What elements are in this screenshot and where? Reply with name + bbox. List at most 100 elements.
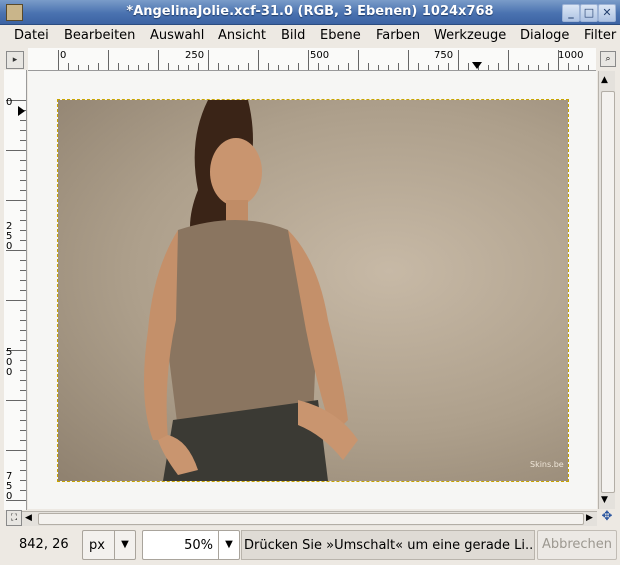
menu-auswahl[interactable]: Auswahl [150, 28, 204, 43]
scroll-down-arrow-icon[interactable]: ▼ [601, 495, 608, 505]
ruler-tick [258, 50, 259, 70]
ruler-tick [20, 340, 26, 341]
ruler-tick [588, 65, 589, 70]
ruler-tick [518, 63, 519, 70]
ruler-tick [20, 490, 26, 491]
ruler-tick [128, 65, 129, 70]
ruler-tick [20, 180, 26, 181]
ruler-tick [20, 260, 26, 261]
ruler-tick [20, 290, 26, 291]
menu-datei[interactable]: Datei [14, 28, 49, 43]
ruler-tick [58, 50, 59, 70]
scroll-left-arrow-icon[interactable]: ◀ [25, 513, 32, 523]
ruler-tick [388, 65, 389, 70]
vertical-ruler[interactable]: 0 250 500 750 [4, 70, 27, 510]
ruler-tick [148, 63, 149, 70]
ruler-tick [68, 63, 69, 70]
ruler-top-label: 250 [185, 50, 205, 61]
ruler-tick [20, 470, 26, 471]
ruler-tick [578, 65, 579, 70]
close-button[interactable]: ✕ [598, 4, 616, 22]
unit-select[interactable]: px ▼ [82, 530, 136, 560]
pointer-coordinates: 842, 26 [19, 537, 69, 552]
navigate-icon[interactable]: ✥ [600, 510, 614, 524]
ruler-tick [568, 63, 569, 70]
chevron-down-icon[interactable]: ▼ [218, 531, 239, 559]
ruler-tick [20, 420, 26, 421]
ruler-tick [398, 63, 399, 70]
ruler-tick [298, 63, 299, 70]
ruler-tick [20, 440, 26, 441]
quick-mask-corner-button[interactable]: ▸ [6, 51, 24, 69]
status-bar: 842, 26 px ▼ 50% ▼ Drücken Sie »Umschalt… [0, 528, 620, 565]
ruler-tick [6, 450, 26, 451]
ruler-top-label: 500 [310, 50, 330, 61]
horizontal-ruler[interactable]: 0 250 500 750 1000 [28, 48, 596, 71]
window-title: *AngelinaJolie.xcf-31.0 (RGB, 3 Ebenen) … [126, 4, 494, 19]
ruler-tick [20, 360, 26, 361]
ruler-tick [20, 410, 26, 411]
ruler-tick [20, 140, 26, 141]
image-canvas[interactable]: Skins.be [57, 99, 569, 482]
menu-farben[interactable]: Farben [376, 28, 420, 43]
scroll-right-arrow-icon[interactable]: ▶ [586, 513, 593, 523]
menu-werkzeuge[interactable]: Werkzeuge [434, 28, 506, 43]
ruler-left-label: 0 [6, 97, 13, 108]
ruler-tick [198, 63, 199, 70]
ruler-tick [6, 300, 26, 301]
cancel-button[interactable]: Abbrechen [537, 530, 617, 560]
zoom-select[interactable]: 50% ▼ [142, 530, 240, 560]
menu-filter[interactable]: Filter [584, 28, 616, 43]
menu-bild[interactable]: Bild [281, 28, 305, 43]
ruler-tick [318, 63, 319, 70]
ruler-tick [448, 63, 449, 70]
ruler-tick [88, 65, 89, 70]
status-message: Drücken Sie »Umschalt« um eine gerade Li… [241, 530, 535, 560]
ruler-top-label: 1000 [558, 50, 584, 61]
ruler-tick [138, 65, 139, 70]
ruler-tick [78, 65, 79, 70]
ruler-tick [278, 65, 279, 70]
ruler-tick [208, 50, 209, 70]
ruler-left-label: 250 [6, 221, 13, 252]
maximize-button[interactable]: □ [580, 4, 598, 22]
pointer-position-marker [472, 62, 482, 69]
ruler-tick [168, 63, 169, 70]
menu-ebene[interactable]: Ebene [320, 28, 361, 43]
title-bar: *AngelinaJolie.xcf-31.0 (RGB, 3 Ebenen) … [0, 0, 620, 25]
status-message-text: Drücken Sie »Umschalt« um eine gerade Li… [244, 538, 535, 553]
ruler-tick [20, 430, 26, 431]
ruler-tick [20, 220, 26, 221]
ruler-tick [178, 65, 179, 70]
scroll-up-arrow-icon[interactable]: ▲ [601, 75, 608, 85]
ruler-tick [20, 480, 26, 481]
menu-dialoge[interactable]: Dialoge [520, 28, 569, 43]
horizontal-scroll-thumb[interactable] [38, 513, 584, 525]
chevron-down-icon[interactable]: ▼ [114, 531, 135, 559]
ruler-tick [20, 230, 26, 231]
ruler-tick [20, 190, 26, 191]
menu-ansicht[interactable]: Ansicht [218, 28, 266, 43]
minimize-button[interactable]: _ [562, 4, 580, 22]
vertical-scrollbar[interactable]: ▲ ▼ [598, 71, 615, 509]
ruler-tick [418, 63, 419, 70]
ruler-tick [548, 63, 549, 70]
ruler-tick [20, 370, 26, 371]
menu-bearbeiten[interactable]: Bearbeiten [64, 28, 135, 43]
zoom-image-button[interactable]: ⛶ [6, 510, 22, 526]
zoom-lens-icon[interactable]: ⌕ [600, 51, 616, 67]
ruler-tick [6, 400, 26, 401]
ruler-tick [338, 65, 339, 70]
ruler-tick [378, 65, 379, 70]
ruler-tick [488, 65, 489, 70]
horizontal-scrollbar[interactable]: ◀ ▶ [22, 511, 597, 526]
ruler-tick [20, 240, 26, 241]
vertical-scroll-thumb[interactable] [601, 91, 615, 493]
watermark-text: Skins.be [530, 460, 564, 469]
ruler-tick [188, 65, 189, 70]
ruler-tick [98, 63, 99, 70]
ruler-tick [368, 63, 369, 70]
ruler-tick [20, 330, 26, 331]
ruler-tick [20, 210, 26, 211]
ruler-tick [20, 270, 26, 271]
